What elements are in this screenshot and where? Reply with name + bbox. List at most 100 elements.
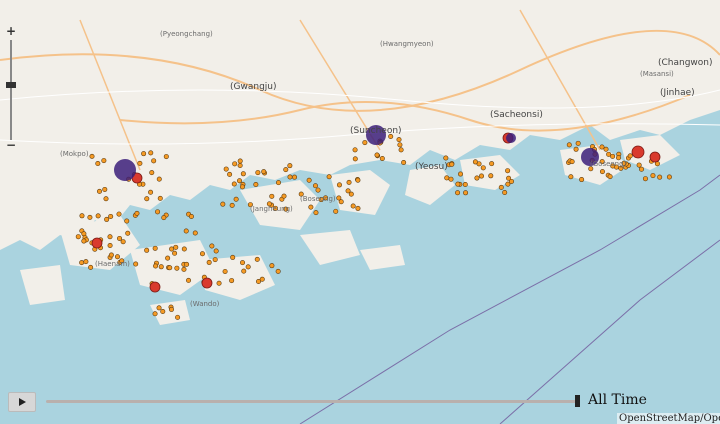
event-marker[interactable]	[489, 161, 495, 167]
event-marker-large[interactable]	[201, 277, 213, 289]
event-marker[interactable]	[237, 158, 243, 164]
event-marker[interactable]	[206, 259, 212, 265]
event-marker[interactable]	[639, 166, 645, 172]
event-marker[interactable]	[222, 268, 228, 274]
event-marker[interactable]	[117, 235, 123, 241]
event-marker[interactable]	[449, 161, 455, 167]
zoom-rail[interactable]	[10, 40, 12, 140]
event-marker[interactable]	[183, 228, 189, 234]
event-marker[interactable]	[573, 146, 579, 152]
event-marker[interactable]	[103, 196, 109, 202]
event-marker[interactable]	[281, 193, 287, 199]
event-marker[interactable]	[642, 176, 648, 182]
event-marker-large[interactable]	[649, 151, 661, 163]
event-marker[interactable]	[259, 276, 265, 282]
event-marker[interactable]	[151, 158, 157, 164]
event-marker[interactable]	[474, 175, 480, 181]
event-marker[interactable]	[472, 159, 478, 165]
event-marker[interactable]	[227, 171, 233, 177]
event-marker[interactable]	[181, 246, 187, 252]
event-marker[interactable]	[239, 184, 245, 190]
event-marker[interactable]	[398, 147, 404, 153]
event-marker[interactable]	[275, 180, 281, 186]
event-marker[interactable]	[568, 174, 574, 180]
event-marker[interactable]	[306, 177, 312, 183]
zoom-knob[interactable]	[6, 82, 16, 89]
event-marker[interactable]	[87, 214, 93, 220]
event-marker[interactable]	[96, 188, 102, 194]
event-marker[interactable]	[168, 306, 174, 312]
event-marker[interactable]	[401, 159, 407, 165]
event-marker[interactable]	[133, 261, 139, 267]
event-marker-large[interactable]	[91, 237, 103, 249]
event-marker[interactable]	[233, 196, 239, 202]
event-marker[interactable]	[134, 210, 140, 216]
event-marker[interactable]	[169, 246, 175, 252]
event-marker[interactable]	[379, 156, 385, 162]
event-marker[interactable]	[232, 161, 238, 167]
event-marker[interactable]	[156, 176, 162, 182]
event-marker[interactable]	[241, 268, 247, 274]
event-marker[interactable]	[455, 181, 461, 187]
event-marker[interactable]	[174, 265, 180, 271]
event-marker[interactable]	[141, 151, 147, 157]
event-marker[interactable]	[610, 153, 616, 159]
event-marker[interactable]	[650, 173, 656, 179]
event-marker[interactable]	[458, 171, 464, 177]
event-marker[interactable]	[172, 250, 178, 256]
event-marker[interactable]	[283, 167, 289, 173]
event-marker[interactable]	[152, 311, 158, 317]
event-marker[interactable]	[152, 245, 158, 251]
event-marker[interactable]	[155, 209, 161, 215]
event-marker[interactable]	[657, 174, 663, 180]
event-marker[interactable]	[488, 173, 494, 179]
event-marker[interactable]	[144, 196, 150, 202]
map-view[interactable]: (Gwangju) (Suncheon) (Sacheonsi) (Yeosu)…	[0, 0, 720, 424]
attribution[interactable]: OpenStreetMap/Ope	[617, 413, 720, 424]
event-marker[interactable]	[599, 169, 605, 175]
event-marker[interactable]	[137, 160, 143, 166]
play-button[interactable]	[8, 392, 36, 412]
event-marker-cluster[interactable]	[506, 133, 516, 143]
event-marker[interactable]	[199, 251, 205, 257]
event-marker[interactable]	[346, 179, 352, 185]
event-marker[interactable]	[157, 195, 163, 201]
event-marker[interactable]	[167, 265, 173, 271]
event-marker[interactable]	[231, 181, 237, 187]
event-marker[interactable]	[161, 215, 167, 221]
event-marker[interactable]	[345, 188, 351, 194]
event-marker[interactable]	[350, 203, 356, 209]
event-marker[interactable]	[79, 260, 85, 266]
event-marker[interactable]	[83, 259, 89, 265]
event-marker[interactable]	[333, 208, 339, 214]
event-marker[interactable]	[229, 202, 235, 208]
event-marker[interactable]	[607, 174, 613, 180]
event-marker[interactable]	[315, 187, 321, 193]
event-marker[interactable]	[397, 142, 403, 148]
event-marker[interactable]	[261, 169, 267, 175]
zoom-in-button[interactable]: +	[4, 24, 18, 38]
event-marker[interactable]	[292, 174, 298, 180]
event-marker[interactable]	[237, 162, 243, 168]
event-marker[interactable]	[355, 205, 361, 211]
event-marker[interactable]	[209, 243, 215, 249]
event-marker[interactable]	[220, 201, 226, 207]
event-marker[interactable]	[374, 152, 380, 158]
event-marker[interactable]	[229, 278, 235, 284]
event-marker[interactable]	[184, 261, 190, 267]
event-marker[interactable]	[396, 137, 402, 143]
event-marker-cluster[interactable]	[114, 159, 136, 181]
event-marker[interactable]	[120, 239, 126, 245]
event-marker[interactable]	[463, 190, 469, 196]
event-marker[interactable]	[89, 153, 95, 159]
event-marker[interactable]	[666, 174, 672, 180]
event-marker[interactable]	[566, 142, 572, 148]
event-marker[interactable]	[269, 263, 275, 269]
event-marker[interactable]	[181, 266, 187, 272]
event-marker[interactable]	[107, 234, 113, 240]
event-marker[interactable]	[107, 242, 113, 248]
event-marker[interactable]	[81, 238, 87, 244]
event-marker[interactable]	[255, 170, 261, 176]
event-marker[interactable]	[240, 171, 246, 177]
event-marker[interactable]	[216, 280, 222, 286]
